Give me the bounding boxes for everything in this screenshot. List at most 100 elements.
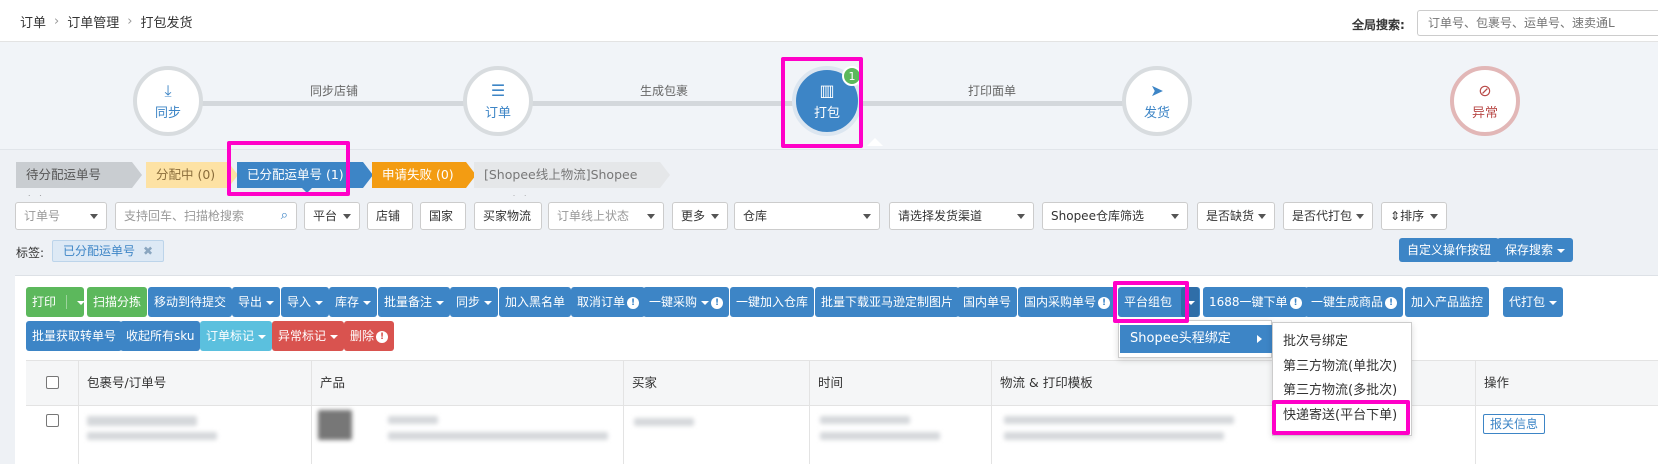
more-filters-button[interactable]: 更多 <box>672 202 728 230</box>
scan-sort-button[interactable]: 扫描分拣 <box>87 287 148 317</box>
move-to-pending-button[interactable]: 移动到待提交 <box>148 287 233 317</box>
chevron-down-icon <box>77 300 86 305</box>
button-label: 订单标记 <box>206 329 255 343</box>
proxy-pack-select[interactable]: 是否代打包 <box>1283 202 1373 230</box>
add-to-warehouse-button[interactable]: 一键加入仓库 <box>730 287 815 317</box>
download-amazon-images-button[interactable]: 批量下载亚马逊定制图片 <box>815 287 960 317</box>
print-button[interactable]: 打印 <box>26 287 86 317</box>
cell-time <box>809 406 991 464</box>
platform-pack-dropdown-toggle[interactable] <box>1181 287 1199 317</box>
button-label: 买家物流 <box>483 209 532 223</box>
select-value: Shopee仓库筛选 <box>1051 209 1144 223</box>
step-label: 异常 <box>1471 105 1498 121</box>
button-label: 1688一键下单 <box>1209 295 1288 309</box>
menu-item-third-party-multi[interactable]: 第三方物流(多批次) <box>1283 380 1397 402</box>
proxy-pack-button[interactable]: 代打包 <box>1503 287 1564 317</box>
tab-assigning[interactable]: 分配中 (0) <box>146 162 238 188</box>
step-order[interactable]: ☰ 订单 <box>463 66 533 136</box>
batch-note-button[interactable]: 批量备注 <box>378 287 451 317</box>
tab-failed[interactable]: 申请失败 (0) <box>372 162 476 188</box>
print-dropdown-toggle[interactable] <box>66 295 86 309</box>
chevron-down-icon <box>266 300 275 305</box>
chevron-down-icon <box>863 214 871 219</box>
shop-button[interactable]: 店铺 <box>367 202 413 230</box>
cell-product <box>311 406 623 464</box>
table-header: 包裹号/订单号 产品 买家 时间 物流 & 打印模板 操作 <box>26 360 1658 406</box>
breadcrumb-item[interactable]: 订单 <box>20 12 46 31</box>
button-label: 取消订单 <box>577 295 626 309</box>
step-pack[interactable]: ▥ 打包 1 <box>792 66 862 136</box>
menu-item-third-party-single[interactable]: 第三方物流(单批次) <box>1283 356 1397 378</box>
cell-package <box>78 406 311 464</box>
custom-action-button[interactable]: 自定义操作按钮 <box>1399 238 1500 262</box>
domestic-purchase-no-button[interactable]: 国内采购单号! <box>1018 287 1117 317</box>
out-of-stock-select[interactable]: 是否缺货 <box>1197 202 1275 230</box>
row-checkbox[interactable] <box>46 414 59 427</box>
select-value: 仓库 <box>743 209 768 223</box>
cancel-order-button[interactable]: 取消订单! <box>571 287 646 317</box>
tab-shopee-sls[interactable]: [Shopee线上物流]Shopee SLS (1) <box>474 162 670 208</box>
eye-slash-icon: ⊘ <box>1478 80 1492 100</box>
add-blacklist-button[interactable]: 加入黑名单 <box>499 287 572 317</box>
import-button[interactable]: 导入 <box>281 287 330 317</box>
country-button[interactable]: 国家 <box>420 202 466 230</box>
sort-icon: ⇕ <box>1390 209 1401 223</box>
step-exception[interactable]: ⊘ 异常 <box>1450 66 1520 136</box>
sync-button[interactable]: 同步 <box>450 287 499 317</box>
select-value: 平台 <box>313 209 338 223</box>
generate-product-button[interactable]: 一键生成商品! <box>1305 287 1404 317</box>
export-button[interactable]: 导出 <box>232 287 281 317</box>
column-header-time: 时间 <box>809 361 991 405</box>
1688-order-button[interactable]: 1688一键下单! <box>1203 287 1308 317</box>
chevron-down-icon <box>330 334 339 339</box>
warehouse-select[interactable]: 仓库 <box>734 202 880 230</box>
shopee-warehouse-select[interactable]: Shopee仓库筛选 <box>1042 202 1188 230</box>
one-click-purchase-button[interactable]: 一键采购! <box>643 287 730 317</box>
channel-select[interactable]: 请选择发货渠道 <box>889 202 1034 230</box>
menu-item-shopee-first-leg[interactable]: Shopee头程绑定 <box>1120 325 1272 353</box>
button-label: 更多 <box>681 209 706 223</box>
save-search-button[interactable]: 保存搜索 <box>1497 238 1574 262</box>
order-mark-button[interactable]: 订单标记 <box>200 321 273 351</box>
search-input[interactable]: 支持回车、扫描枪搜索 ⌕ <box>115 202 297 230</box>
menu-item-express-platform[interactable]: 快递寄送(平台下单) <box>1283 405 1397 427</box>
button-label: 一键采购 <box>649 295 698 309</box>
step-ship[interactable]: ➤ 发货 <box>1122 66 1192 136</box>
column-header-buyer: 买家 <box>623 361 809 405</box>
menu-item-batch-bind[interactable]: 批次号绑定 <box>1283 331 1348 353</box>
flow-label-gen-package: 生成包裹 <box>640 84 689 98</box>
collapse-sku-button[interactable]: 收起所有sku <box>120 321 201 351</box>
close-icon[interactable]: ✖ <box>143 241 153 261</box>
select-value: 订单线上状态 <box>557 209 630 223</box>
select-value: 请选择发货渠道 <box>898 209 983 223</box>
online-status-select[interactable]: 订单线上状态 <box>548 202 664 230</box>
buyer-logistics-button[interactable]: 买家物流 <box>474 202 542 230</box>
delete-button[interactable]: 删除! <box>344 321 395 351</box>
chevron-down-icon <box>1549 300 1558 305</box>
add-product-monitor-button[interactable]: 加入产品监控 <box>1405 287 1490 317</box>
info-icon: ! <box>1385 296 1398 309</box>
batch-transfer-no-button[interactable]: 批量获取转单号 <box>26 321 123 351</box>
select-all-checkbox[interactable] <box>46 376 59 389</box>
chevron-down-icon <box>701 300 710 305</box>
list-icon: ☰ <box>490 80 506 100</box>
redacted-text <box>388 432 608 440</box>
exception-mark-button[interactable]: 异常标记 <box>272 321 345 351</box>
order-no-select[interactable]: 订单号 <box>15 202 107 230</box>
tab-unassigned[interactable]: 待分配运单号 (0) <box>16 162 142 208</box>
inventory-button[interactable]: 库存 <box>329 287 378 317</box>
chevron-down-icon <box>647 214 655 219</box>
top-bar: 订单 › 订单管理 › 打包发货 全局搜索: <box>0 0 1658 42</box>
breadcrumb-item[interactable]: 订单管理 <box>67 12 119 31</box>
platform-select[interactable]: 平台 <box>304 202 360 230</box>
sort-select[interactable]: ⇕排序 <box>1381 202 1447 230</box>
global-search-input[interactable] <box>1417 10 1658 36</box>
step-sync[interactable]: ⤓ 同步 <box>133 66 203 136</box>
tab-assigned[interactable]: 已分配运单号 (1) <box>237 162 373 188</box>
domestic-tracking-button[interactable]: 国内单号 <box>957 287 1018 317</box>
customs-info-button[interactable]: 报关信息 <box>1483 414 1546 434</box>
search-icon[interactable]: ⌕ <box>281 203 288 229</box>
redacted-text <box>634 418 694 426</box>
flow-connector <box>200 101 465 106</box>
button-label: 一键生成商品 <box>1311 295 1384 309</box>
